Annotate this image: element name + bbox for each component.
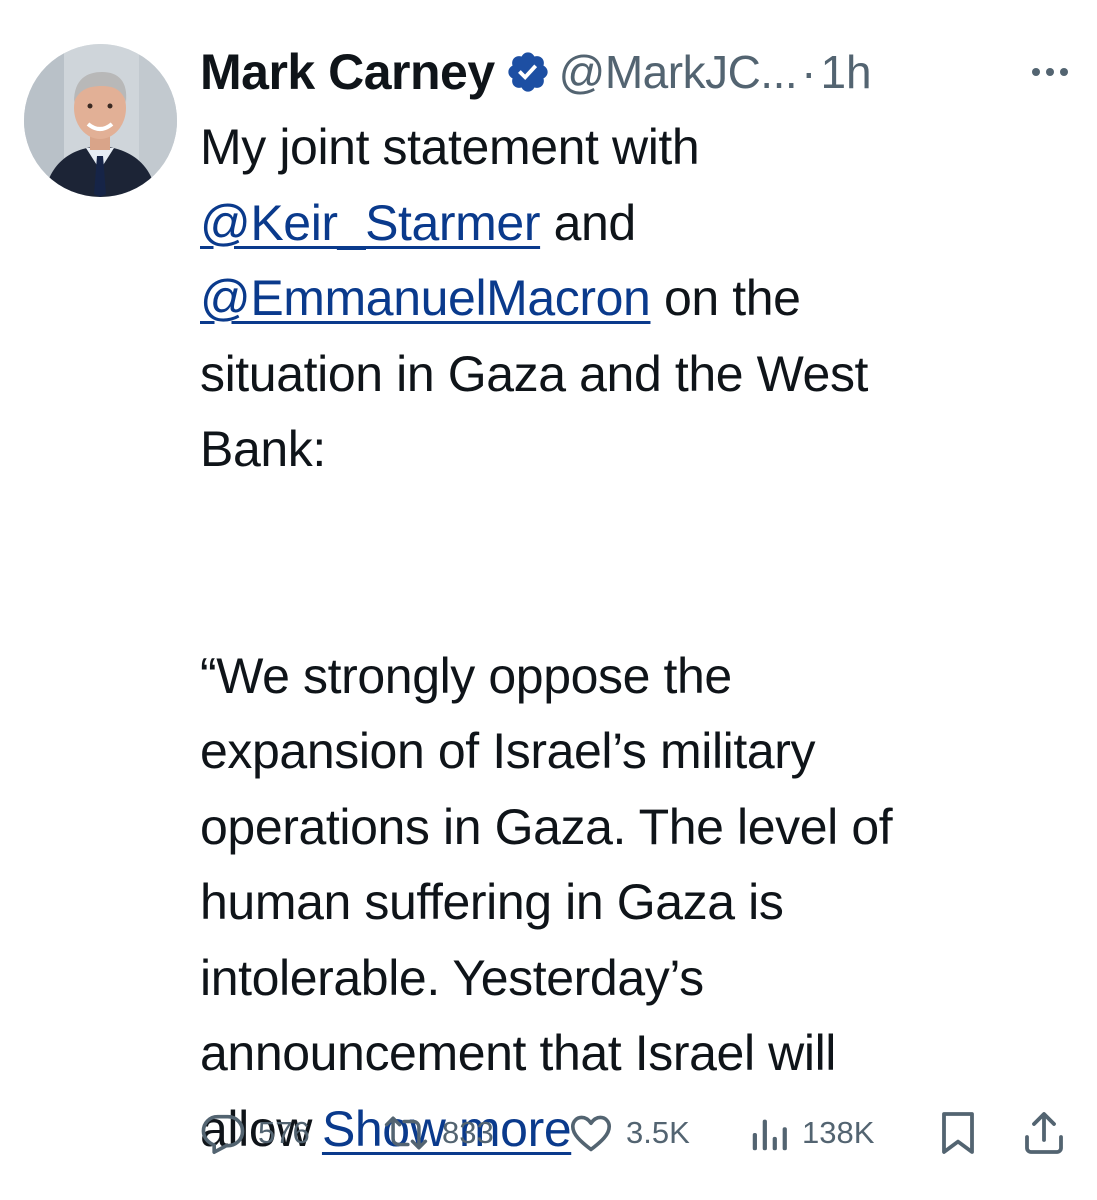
like-button[interactable]: 3.5K [568,1108,690,1158]
avatar-photo [24,44,177,197]
quote-line: “We strongly oppose the [200,647,732,704]
paragraph-break [200,563,1060,639]
mention-keir-starmer[interactable]: @Keir_Starmer [200,195,540,251]
like-count: 3.5K [626,1115,690,1150]
repost-count: 833 [442,1115,494,1150]
separator-dot: · [801,46,817,98]
reply-count: 576 [258,1115,310,1150]
quote-line: operations in Gaza. The level of [200,798,893,855]
more-options-icon[interactable] [1028,62,1072,82]
avatar[interactable] [24,44,177,197]
text-line: Bank: [200,421,326,477]
repost-button[interactable]: 833 [382,1108,494,1158]
quote-line: human suffering in Gaza is [200,874,784,930]
share-icon [1022,1109,1066,1157]
tweet-header: Mark Carney @MarkJC... · 1h [200,40,1080,104]
repost-icon [382,1110,430,1156]
quote-line: announcement that Israel will [200,1025,836,1081]
text-line: @EmmanuelMacron on the [200,261,1060,337]
action-bar: 576 833 3.5K 138K [200,1108,1070,1158]
views-chart-icon [750,1110,790,1156]
text-fragment: and [540,194,637,251]
reply-icon [200,1110,246,1156]
tweet[interactable]: Mark Carney @MarkJC... · 1h My joint sta… [0,0,1097,1200]
text-line: @Keir_Starmer and [200,186,1060,262]
bookmark-button[interactable] [938,1108,978,1158]
views-count: 138K [802,1115,875,1150]
quote-line: expansion of Israel’s military [200,723,816,779]
display-name[interactable]: Mark Carney [200,43,495,101]
heart-icon [568,1110,614,1156]
reply-button[interactable]: 576 [200,1108,310,1158]
text-line: My joint statement with [200,119,700,175]
verified-badge-icon [505,49,551,95]
bookmark-icon [938,1109,978,1157]
views-button[interactable]: 138K [750,1108,874,1158]
timestamp[interactable]: 1h [820,45,871,99]
mention-emmanuel-macron[interactable]: @EmmanuelMacron [200,270,651,326]
paragraph-break [200,488,1060,564]
share-button[interactable] [1022,1108,1066,1158]
tweet-text: My joint statement with @Keir_Starmer an… [200,110,1060,1167]
author-handle[interactable]: @MarkJC... [559,45,798,99]
quote-line: intolerable. Yesterday’s [200,949,704,1006]
text-fragment: on the [650,270,801,326]
text-line: situation in Gaza and the West [200,345,869,402]
